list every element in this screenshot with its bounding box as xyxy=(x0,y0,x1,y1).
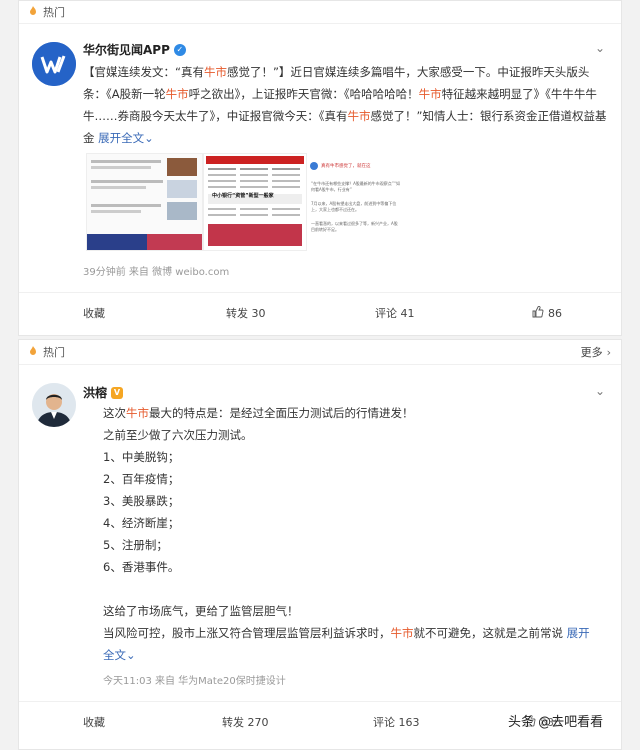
post-image-2[interactable]: 中小银行“资管”新型一般家 xyxy=(203,153,307,251)
expand-text-button[interactable]: 展开全文 xyxy=(98,131,144,145)
image-3-line-2: 7月以来，A股有望走出大盘，前进到中等偏下位上，大家上也都不过还在。 xyxy=(311,201,397,212)
image-3-header: 真有牛市感觉了，就在这 xyxy=(321,164,371,169)
chevron-down-icon[interactable]: ⌄ xyxy=(595,384,605,398)
expand-line: 全文⌄ xyxy=(103,644,623,666)
image-content-1 xyxy=(87,158,202,250)
image-3-line-3: 一直看涨的，以来看过很多了等，新兴产业，A股目前转好不足。 xyxy=(311,221,398,232)
hot-tag-label: 热门 xyxy=(43,346,65,359)
chevron-right-icon: › xyxy=(606,346,611,359)
post-card-2: 热门 更多 › 洪榕 V ⌄ 这次牛市最大的特点是：是经过全面压力测试后的行情进发… xyxy=(18,339,622,750)
watermark-text: 头条 @去吧看看 xyxy=(508,715,604,730)
text-segment: 这次 xyxy=(103,406,126,420)
text-segment: 最大的特点是：是经过全面压力测试后的行情进发！ xyxy=(149,406,414,420)
comment-button[interactable]: 评论 41 xyxy=(375,305,415,321)
keyword-highlight[interactable]: 牛市 xyxy=(419,87,442,101)
like-button[interactable]: 86 xyxy=(532,305,562,321)
post-first-line: 这次牛市最大的特点是：是经过全面压力测试后的行情进发！ xyxy=(103,402,623,424)
more-button[interactable]: 更多 › xyxy=(581,344,611,360)
expand-chevron-icon[interactable]: ⌄ xyxy=(144,131,154,145)
wallstreetcn-logo-icon xyxy=(32,42,76,86)
post-line-1: 之前至少做了六次压力测试。 xyxy=(103,428,253,442)
author-avatar[interactable] xyxy=(32,42,76,86)
author-avatar[interactable] xyxy=(32,383,76,427)
post-line-2: 1、中美脱钩； xyxy=(103,450,180,464)
fire-icon xyxy=(27,345,39,359)
collect-button[interactable]: 收藏 xyxy=(83,305,105,321)
post-text: 【官媒连续发文：“真有牛市感觉了！”】近日官媒连续多篇唱牛，大家感受一下。中证报… xyxy=(83,61,609,149)
expand-text-button[interactable]: 展开 xyxy=(567,626,590,640)
post-line-6: 5、注册制； xyxy=(103,538,168,552)
author-name[interactable]: 华尔街见闻APP xyxy=(83,41,170,58)
post-image-1[interactable] xyxy=(86,153,203,251)
image-3-logo-icon xyxy=(310,162,318,170)
hot-tag-bar: 热门 更多 › xyxy=(19,340,621,365)
verified-vip-icon: V xyxy=(111,386,124,399)
fire-icon xyxy=(27,5,39,19)
hot-tag-label: 热门 xyxy=(43,6,65,19)
keyword-highlight[interactable]: 牛市 xyxy=(391,626,414,640)
expand-text-button[interactable]: 全文 xyxy=(103,648,126,662)
post-text: 这次牛市最大的特点是：是经过全面压力测试后的行情进发！ 之前至少做了六次压力测试… xyxy=(103,402,623,666)
keyword-highlight[interactable]: 牛市 xyxy=(348,109,371,123)
collect-button[interactable]: 收藏 xyxy=(83,714,105,730)
post-meta: 今天11:03 来自 华为Mate20保时捷设计 xyxy=(103,676,286,687)
keyword-highlight[interactable]: 牛市 xyxy=(166,87,189,101)
post-line-3: 2、百年疫情； xyxy=(103,472,180,486)
chevron-down-icon[interactable]: ⌄ xyxy=(595,41,605,55)
repost-button[interactable]: 转发 30 xyxy=(226,305,266,321)
post-last-line: 当风险可控，股市上涨又符合管理层监管层利益诉求时，牛市就不可避免，这就是之前常说… xyxy=(103,622,623,644)
image-content-2 xyxy=(206,156,304,246)
more-label: 更多 xyxy=(580,346,603,359)
post-line-8: 这给了市场底气，更给了监管层胆气！ xyxy=(103,604,299,618)
image-2-title: 中小银行“资管”新型一般家 xyxy=(212,193,274,199)
like-count: 86 xyxy=(548,306,562,320)
repost-button[interactable]: 转发 270 xyxy=(222,714,269,730)
hot-tag-bar: 热门 xyxy=(19,1,621,24)
verified-blue-icon: ✓ xyxy=(173,43,186,56)
keyword-highlight[interactable]: 牛市 xyxy=(204,65,227,79)
action-bar: 收藏 转发 30 评论 41 86 xyxy=(19,292,621,333)
keyword-highlight[interactable]: 牛市 xyxy=(126,406,149,420)
comment-button[interactable]: 评论 163 xyxy=(373,714,420,730)
author-name[interactable]: 洪榕 xyxy=(83,384,107,401)
text-segment: 就不可避免，这就是之前常说 xyxy=(413,626,567,640)
post-line-4: 3、美股暴跌； xyxy=(103,494,180,508)
text-segment: 当风险可控，股市上涨又符合管理层监管层利益诉求时， xyxy=(103,626,391,640)
post-meta: 39分钟前 来自 微博 weibo.com xyxy=(83,267,230,278)
post-line-5: 4、经济断崖； xyxy=(103,516,180,530)
thumbs-up-icon xyxy=(532,305,544,321)
post-line-7: 6、香港事件。 xyxy=(103,560,180,574)
expand-chevron-icon[interactable]: ⌄ xyxy=(126,648,136,662)
post-image-3[interactable]: 真有牛市感觉了，就在这 “在牛市还有哪些支撑？A股最新的牛市观察点”“如何看A股… xyxy=(307,153,405,249)
text-segment: 【官媒连续发文：“真有 xyxy=(83,65,204,79)
post-card-1: 热门 华尔街见闻APP ✓ ⌄ 【官媒连续发文：“真有牛市感觉了！”】近日官媒连… xyxy=(18,0,622,336)
text-segment: 呼之欲出》，上证报昨天官微：《哈哈哈哈哈！ xyxy=(188,87,419,101)
image-3-line-1: “在牛市还有哪些支撑？A股最新的牛市观察点”“如何看A股牛市，行业有” xyxy=(311,181,400,192)
person-photo-icon xyxy=(32,383,76,427)
